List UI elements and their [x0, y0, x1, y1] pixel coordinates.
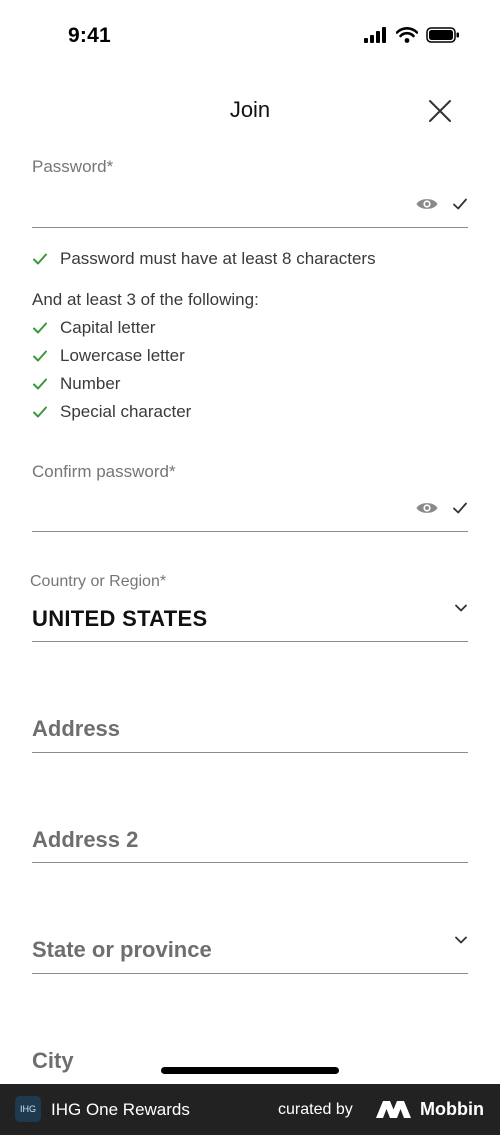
password-input[interactable] [32, 185, 402, 225]
curated-by-text: curated by [278, 1101, 353, 1118]
rule-label: Special character [60, 402, 192, 421]
eye-icon[interactable] [415, 194, 439, 214]
rule-lowercase-letter: Lowercase letter [32, 346, 185, 366]
address-placeholder: Address [32, 716, 121, 741]
country-underline [32, 641, 468, 642]
confirm-password-valid-check-icon [453, 502, 467, 514]
wifi-icon [396, 27, 418, 43]
rule-label: Lowercase letter [60, 346, 185, 365]
address2-placeholder: Address 2 [32, 827, 139, 852]
password-underline [32, 227, 468, 228]
rule-number: Number [32, 374, 120, 394]
address2-underline [32, 862, 468, 863]
green-check-icon [33, 378, 47, 390]
chevron-down-icon [455, 604, 467, 612]
rule-min-length: Password must have at least 8 characters [32, 249, 376, 269]
address2-input[interactable]: Address 2 [32, 816, 468, 862]
header: Join [0, 85, 500, 137]
green-check-icon [33, 350, 47, 362]
green-check-icon [33, 253, 47, 265]
country-value: UNITED STATES [32, 606, 208, 631]
state-select[interactable]: State or province [32, 926, 468, 972]
green-check-icon [33, 406, 47, 418]
city-placeholder: City [32, 1048, 74, 1073]
rule-special-character: Special character [32, 402, 191, 422]
status-time: 9:41 [68, 24, 111, 47]
rule-label: Capital letter [60, 318, 156, 337]
battery-icon [426, 27, 459, 43]
confirm-password-input[interactable] [32, 489, 402, 529]
state-placeholder: State or province [32, 937, 212, 962]
app-name: IHG One Rewards [51, 1100, 190, 1119]
password-label: Password* [32, 157, 114, 176]
city-input[interactable]: City [32, 1037, 468, 1081]
confirm-password-label: Confirm password* [32, 462, 176, 481]
rule-label: Password must have at least 8 characters [60, 249, 376, 268]
footer-bar: IHG IHG One Rewards curated by Mobbin [0, 1084, 500, 1135]
mobbin-logo-icon [376, 1101, 411, 1118]
status-icons [364, 27, 460, 43]
rules-intro: And at least 3 of the following: [32, 290, 259, 309]
cellular-signal-icon [364, 27, 386, 43]
password-valid-check-icon [453, 198, 467, 210]
country-select[interactable]: Country or Region* UNITED STATES [30, 570, 470, 642]
status-bar: 9:41 [0, 0, 500, 75]
state-underline [32, 973, 468, 974]
green-check-icon [33, 322, 47, 334]
home-indicator [161, 1067, 339, 1074]
rule-label: Number [60, 374, 121, 393]
app-logo: IHG [15, 1096, 41, 1122]
country-label: Country or Region* [30, 573, 167, 590]
mobbin-brand: Mobbin [420, 1099, 484, 1119]
rule-capital-letter: Capital letter [32, 318, 155, 338]
address-underline [32, 752, 468, 753]
chevron-down-icon [455, 936, 467, 944]
eye-icon[interactable] [415, 498, 439, 518]
page-title: Join [229, 97, 271, 122]
address-input[interactable]: Address [32, 705, 468, 751]
confirm-password-underline [32, 531, 468, 532]
close-icon[interactable] [426, 97, 454, 125]
